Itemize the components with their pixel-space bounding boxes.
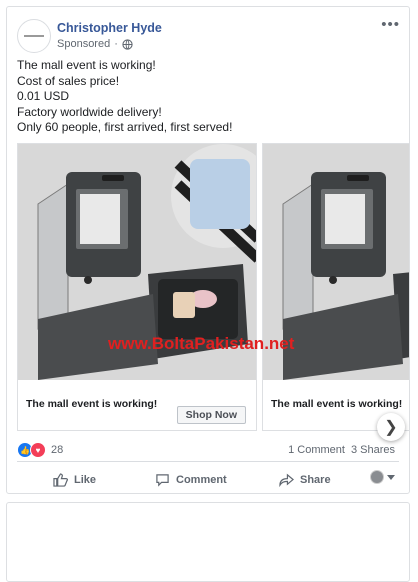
page-avatar[interactable]: [17, 19, 51, 53]
post-meta: Sponsored ·: [57, 38, 133, 50]
post-line: Cost of sales price!: [17, 73, 120, 88]
carousel-card[interactable]: The mall event is working!: [262, 143, 409, 431]
caret-down-icon: [387, 474, 395, 480]
ad-post-card: Christopher Hyde Sponsored · ••• The mal…: [6, 6, 410, 494]
share-button[interactable]: Share: [279, 470, 331, 490]
comment-label: Comment: [176, 474, 227, 486]
share-icon: [279, 473, 294, 487]
reaction-profile-selector[interactable]: [370, 470, 395, 484]
next-post-card: [6, 502, 410, 582]
post-line: Only 60 people, first arrived, first ser…: [17, 120, 233, 134]
comment-count-link[interactable]: 1 Comment: [288, 444, 345, 456]
reaction-summary[interactable]: 👍 ♥ 28: [17, 442, 63, 458]
comment-button[interactable]: Comment: [155, 470, 227, 490]
action-bar: Like Comment Share: [7, 470, 409, 492]
author-name[interactable]: Christopher Hyde: [57, 21, 162, 35]
product-carousel: The mall event is working! Shop Now The …: [17, 143, 409, 441]
post-line: 0.01 USD: [17, 89, 70, 103]
engagement-counts: 1 Comment 3 Shares: [288, 444, 395, 456]
globe-icon: [122, 38, 133, 50]
carousel-next-button[interactable]: ❯: [377, 413, 405, 441]
shop-now-button[interactable]: Shop Now: [176, 406, 246, 424]
dot-separator: ·: [114, 38, 118, 50]
love-reaction-icon: ♥: [30, 442, 46, 458]
avatar-icon: [370, 470, 384, 484]
like-label: Like: [74, 474, 97, 486]
more-options-icon[interactable]: •••: [381, 16, 400, 33]
watermark-text: www.BoltaPakistan.net: [108, 334, 295, 353]
like-button[interactable]: Like: [53, 470, 96, 490]
sponsored-label[interactable]: Sponsored: [57, 38, 110, 50]
card-caption: The mall event is working!: [26, 398, 158, 410]
post-line: The mall event is working!: [17, 58, 156, 72]
post-text: The mall event is working! Cost of sales…: [17, 58, 232, 136]
share-label: Share: [300, 474, 331, 486]
like-icon: [53, 473, 68, 487]
card-caption: The mall event is working!: [271, 398, 403, 410]
chevron-right-icon: ❯: [384, 419, 398, 436]
carousel-card[interactable]: The mall event is working! Shop Now: [17, 143, 257, 431]
divider: [17, 461, 399, 462]
reaction-count: 28: [51, 444, 64, 456]
share-count-link[interactable]: 3 Shares: [351, 444, 395, 456]
post-line: Factory worldwide delivery!: [17, 104, 162, 119]
comment-icon: [156, 474, 169, 487]
